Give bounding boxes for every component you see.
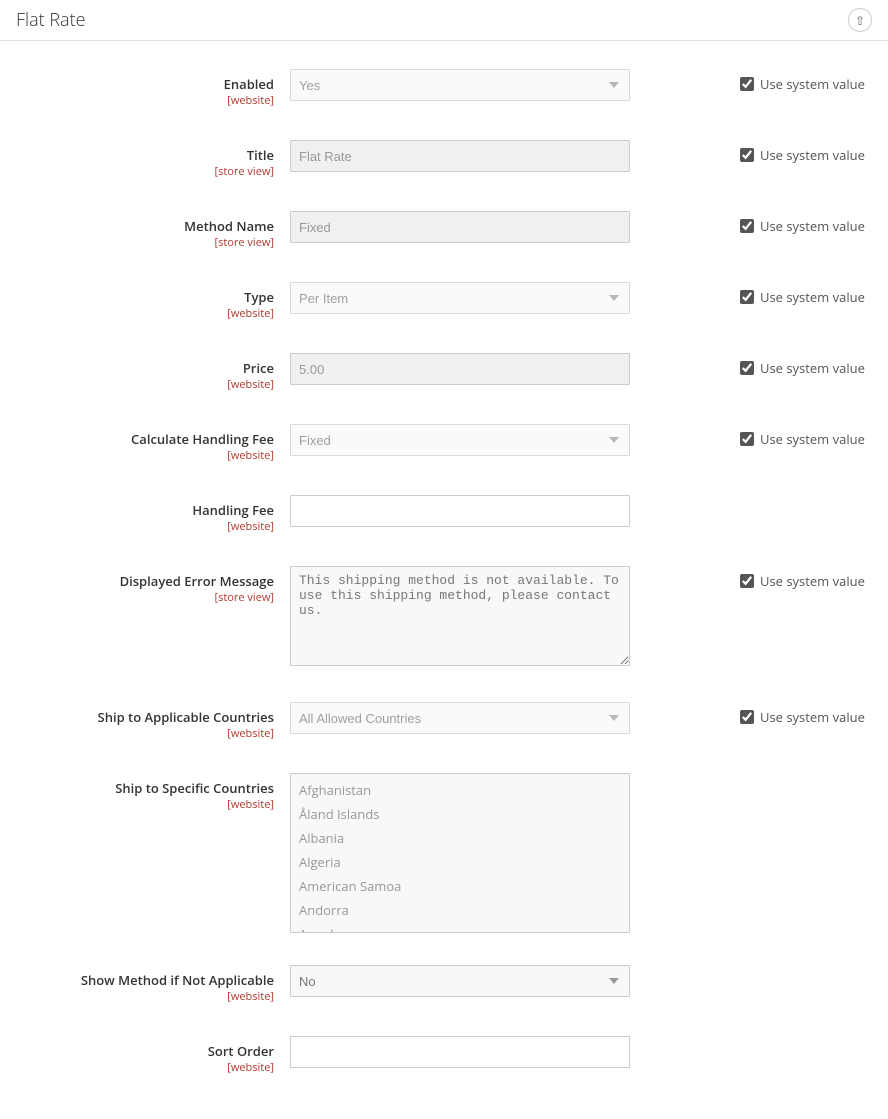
scope-specific-countries: [website]: [0, 797, 274, 812]
scope-handling-fee-calc: [website]: [0, 448, 274, 463]
scope-price: [website]: [0, 377, 274, 392]
use-system-label-title: Use system value: [760, 146, 865, 164]
scope-handling-fee: [website]: [0, 519, 274, 534]
scope-method-name: [store view]: [0, 235, 274, 250]
list-item[interactable]: Afghanistan: [291, 778, 629, 802]
use-system-error-message[interactable]: Use system value: [740, 572, 865, 590]
use-system-method-name[interactable]: Use system value: [740, 217, 865, 235]
use-system-price[interactable]: Use system value: [740, 359, 865, 377]
listbox-specific-countries[interactable]: Afghanistan Åland Islands Albania Algeri…: [290, 773, 630, 933]
use-system-applicable-countries[interactable]: Use system value: [740, 708, 865, 726]
select-applicable-countries[interactable]: All Allowed Countries: [290, 702, 630, 734]
checkbox-applicable-countries[interactable]: [740, 710, 754, 724]
textarea-error-message[interactable]: This shipping method is not available. T…: [290, 566, 630, 666]
field-enabled: Enabled [website] Yes Use system value: [0, 61, 888, 116]
use-system-label-price: Use system value: [760, 359, 865, 377]
label-error-message: Displayed Error Message: [0, 572, 274, 590]
collapse-button[interactable]: ⇧: [848, 8, 872, 32]
select-type[interactable]: Per Item: [290, 282, 630, 314]
use-system-handling-fee-calc[interactable]: Use system value: [740, 430, 865, 448]
label-show-method: Show Method if Not Applicable: [0, 971, 274, 989]
use-system-label-method-name: Use system value: [760, 217, 865, 235]
select-enabled[interactable]: Yes: [290, 69, 630, 101]
list-item[interactable]: Åland Islands: [291, 802, 629, 826]
scope-error-message: [store view]: [0, 590, 274, 605]
input-price[interactable]: [290, 353, 630, 385]
scope-enabled: [website]: [0, 93, 274, 108]
label-applicable-countries: Ship to Applicable Countries: [0, 708, 274, 726]
field-method-name: Method Name [store view] Use system valu…: [0, 203, 888, 258]
label-price: Price: [0, 359, 274, 377]
scope-show-method: [website]: [0, 989, 274, 1004]
label-method-name: Method Name: [0, 217, 274, 235]
field-error-message: Displayed Error Message [store view] Thi…: [0, 558, 888, 678]
label-sort-order: Sort Order: [0, 1042, 274, 1060]
field-specific-countries: Ship to Specific Countries [website] Afg…: [0, 765, 888, 941]
input-sort-order[interactable]: [290, 1036, 630, 1068]
page-wrapper: Flat Rate ⇧ Enabled [website] Yes Use sy…: [0, 0, 888, 1119]
checkbox-price[interactable]: [740, 361, 754, 375]
input-handling-fee[interactable]: [290, 495, 630, 527]
checkbox-title[interactable]: [740, 148, 754, 162]
use-system-enabled[interactable]: Use system value: [740, 75, 865, 93]
label-enabled: Enabled: [0, 75, 274, 93]
field-title: Title [store view] Use system value: [0, 132, 888, 187]
field-applicable-countries: Ship to Applicable Countries [website] A…: [0, 694, 888, 749]
list-item[interactable]: Algeria: [291, 850, 629, 874]
checkbox-type[interactable]: [740, 290, 754, 304]
page-title: Flat Rate: [16, 8, 86, 32]
checkbox-handling-fee-calc[interactable]: [740, 432, 754, 446]
select-show-method[interactable]: No Yes: [290, 965, 630, 997]
checkbox-method-name[interactable]: [740, 219, 754, 233]
label-handling-fee: Handling Fee: [0, 501, 274, 519]
input-method-name[interactable]: [290, 211, 630, 243]
label-specific-countries: Ship to Specific Countries: [0, 779, 274, 797]
scope-sort-order: [website]: [0, 1060, 274, 1075]
select-handling-fee-calc[interactable]: Fixed: [290, 424, 630, 456]
use-system-label-error-message: Use system value: [760, 572, 865, 590]
use-system-label-handling-fee-calc: Use system value: [760, 430, 865, 448]
form-container: Enabled [website] Yes Use system value T…: [0, 41, 888, 1119]
scope-applicable-countries: [website]: [0, 726, 274, 741]
page-header: Flat Rate ⇧: [0, 0, 888, 41]
field-price: Price [website] Use system value: [0, 345, 888, 400]
use-system-label-type: Use system value: [760, 288, 865, 306]
label-title: Title: [0, 146, 274, 164]
field-type: Type [website] Per Item Use system value: [0, 274, 888, 329]
checkbox-error-message[interactable]: [740, 574, 754, 588]
scope-type: [website]: [0, 306, 274, 321]
field-show-method: Show Method if Not Applicable [website] …: [0, 957, 888, 1012]
use-system-title[interactable]: Use system value: [740, 146, 865, 164]
use-system-label-enabled: Use system value: [760, 75, 865, 93]
scope-title: [store view]: [0, 164, 274, 179]
list-item[interactable]: Albania: [291, 826, 629, 850]
use-system-label-applicable-countries: Use system value: [760, 708, 865, 726]
field-handling-fee: Handling Fee [website]: [0, 487, 888, 542]
use-system-type[interactable]: Use system value: [740, 288, 865, 306]
list-item[interactable]: Andorra: [291, 898, 629, 922]
list-item[interactable]: American Samoa: [291, 874, 629, 898]
label-handling-fee-calc: Calculate Handling Fee: [0, 430, 274, 448]
input-title[interactable]: [290, 140, 630, 172]
label-type: Type: [0, 288, 274, 306]
field-handling-fee-calc: Calculate Handling Fee [website] Fixed U…: [0, 416, 888, 471]
checkbox-enabled[interactable]: [740, 77, 754, 91]
field-sort-order: Sort Order [website]: [0, 1028, 888, 1083]
list-item[interactable]: Angola: [291, 922, 629, 933]
